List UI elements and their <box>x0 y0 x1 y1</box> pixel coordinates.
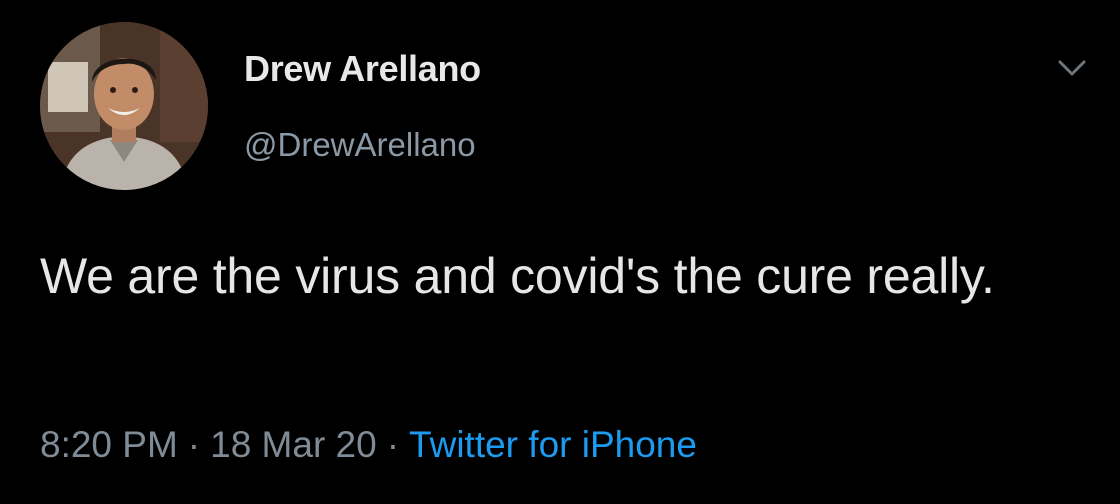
tweet-metadata: 8:20 PM · 18 Mar 20 · Twitter for iPhone <box>40 424 697 466</box>
tweet-card: Drew Arellano @DrewArellano We are the v… <box>0 0 1120 504</box>
display-name[interactable]: Drew Arellano <box>244 48 481 90</box>
separator-dot: · <box>386 424 400 465</box>
tweet-date[interactable]: 18 Mar 20 <box>210 424 377 465</box>
tweet-time[interactable]: 8:20 PM <box>40 424 178 465</box>
separator-dot: · <box>187 424 201 465</box>
avatar-photo <box>40 22 208 190</box>
avatar[interactable] <box>40 22 208 190</box>
tweet-text: We are the virus and covid's the cure re… <box>40 248 995 304</box>
chevron-down-icon[interactable] <box>1052 50 1092 84</box>
tweet-source-link[interactable]: Twitter for iPhone <box>409 424 697 465</box>
user-handle[interactable]: @DrewArellano <box>244 126 476 164</box>
